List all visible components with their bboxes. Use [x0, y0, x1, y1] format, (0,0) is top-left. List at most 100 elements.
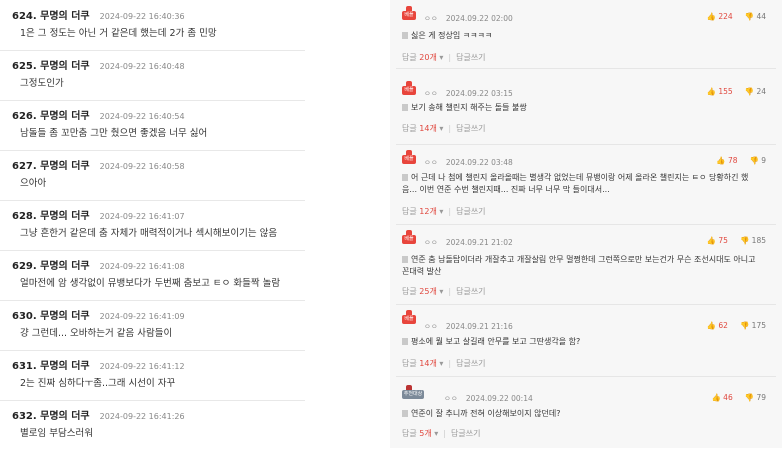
post-date: 2024-09-22 16:41:12 [99, 362, 185, 371]
chevron-down-icon: ▾ [439, 359, 444, 368]
post-body: 걍 그런데... 오바하는거 같음 사람들이 [20, 328, 173, 339]
downvote-button[interactable]: 👎 9 [749, 156, 766, 165]
upvote-button[interactable]: 👍 75 [707, 236, 728, 245]
downvote-button[interactable]: 👎 44 [745, 12, 766, 21]
thread-post: 624. 무명의 더쿠 2024-09-22 16:40:36 1은 그 정도는 … [0, 0, 305, 51]
write-reply-link[interactable]: 답글쓰기 [456, 287, 485, 296]
comment-body: 어 근데 나 첨에 챌린지 올라올때는 별생각 없었는데 뮤뱅이랑 어제 올라온… [402, 173, 749, 194]
chevron-down-icon: ▾ [439, 124, 444, 133]
thumbs-down-icon: 👎 [744, 393, 755, 402]
thumbs-down-icon: 👎 [739, 321, 750, 330]
thumbs-up-icon: 👍 [706, 321, 716, 330]
thread-list: 624. 무명의 더쿠 2024-09-22 16:40:36 1은 그 정도는 … [0, 0, 310, 448]
upvote-button[interactable]: 👍 78 [716, 156, 737, 165]
thread-post: 630. 무명의 더쿠 2024-09-22 16:41:09 걍 그런데... … [0, 300, 305, 351]
post-body: 으아아 [20, 178, 47, 189]
thumbs-down-icon: 👎 [739, 236, 750, 245]
comment-item: 베플 ㅇㅇ 2024.09.21 21:02 👍 75 👎 185 연준 춤 남돌탑… [396, 224, 776, 305]
upvote-button[interactable]: 👍 155 [707, 87, 733, 96]
post-date: 2024-09-22 16:41:08 [99, 262, 185, 271]
post-number-author[interactable]: 632. 무명의 더쿠 [12, 411, 90, 422]
post-number-author[interactable]: 625. 무명의 더쿠 [12, 61, 90, 72]
downvote-button[interactable]: 👎 79 [745, 393, 766, 402]
best-comment-badge: 베플 [402, 310, 416, 329]
comment-date: 2024.09.22 02:00 [445, 14, 513, 23]
post-number-author[interactable]: 627. 무명의 더쿠 [12, 161, 90, 172]
comment-author: ㅇㅇ [424, 238, 438, 247]
write-reply-link[interactable]: 답글쓰기 [456, 207, 485, 216]
chevron-down-icon: ▾ [439, 53, 444, 62]
reply-toggle[interactable]: 답글 5개 ▾ [402, 429, 438, 438]
reply-toggle[interactable]: 답글 14개 ▾ [402, 124, 443, 133]
comment-icon [402, 32, 408, 39]
comment-item: 베플 ㅇㅇ 2024.09.22 03:15 👍 155 👎 24 보기 송해 챌린… [396, 68, 776, 145]
comment-body: 보기 송해 챌린지 해주는 돌들 불쌍 [402, 102, 762, 114]
post-date: 2024-09-22 16:40:36 [99, 12, 185, 21]
comment-icon [402, 104, 408, 111]
post-date: 2024-09-22 16:41:07 [99, 212, 185, 221]
reply-toggle[interactable]: 답글 20개 ▾ [402, 53, 443, 62]
thread-post: 626. 무명의 더쿠 2024-09-22 16:40:54 남돌들 좀 꼬만춤… [0, 100, 305, 151]
write-reply-link[interactable]: 답글쓰기 [451, 429, 480, 438]
comment-body: 평소에 뭘 보고 살길래 안무를 보고 그딴생각을 함? [402, 336, 762, 348]
write-reply-link[interactable]: 답글쓰기 [456, 53, 485, 62]
post-number-author[interactable]: 626. 무명의 더쿠 [12, 111, 90, 122]
comment-icon [402, 338, 408, 345]
thumbs-down-icon: 👎 [744, 12, 755, 21]
upvote-button[interactable]: 👍 46 [711, 393, 732, 402]
comment-icon [402, 410, 408, 417]
comment-date: 2024.09.21 21:16 [445, 322, 513, 331]
comment-author: ㅇㅇ [424, 14, 438, 23]
thread-post: 629. 무명의 더쿠 2024-09-22 16:41:08 얼마전에 암 생각… [0, 250, 305, 301]
downvote-button[interactable]: 👎 185 [740, 236, 766, 245]
thumbs-up-icon: 👍 [706, 87, 716, 96]
reply-toggle[interactable]: 답글 25개 ▾ [402, 287, 443, 296]
thread-post: 625. 무명의 더쿠 2024-09-22 16:40:48 그정도인가 [0, 50, 305, 101]
best-comment-badge: 베플 [402, 150, 416, 169]
thumbs-up-icon: 👍 [706, 236, 716, 245]
recommended-badge: 추천대상 [402, 385, 424, 404]
write-reply-link[interactable]: 답글쓰기 [456, 359, 485, 368]
best-comment-badge: 베플 [402, 6, 416, 25]
reply-toggle[interactable]: 답글 12개 ▾ [402, 207, 443, 216]
best-comment-badge: 베플 [402, 81, 416, 100]
best-comment-badge: 베플 [402, 230, 416, 249]
thread-post: 631. 무명의 더쿠 2024-09-22 16:41:12 2는 진짜 심하다… [0, 350, 305, 401]
post-body: 2는 진짜 심하다ㅜ좀..그래 시선이 자꾸 [20, 378, 176, 389]
thumbs-down-icon: 👎 [744, 87, 755, 96]
post-number-author[interactable]: 630. 무명의 더쿠 [12, 311, 90, 322]
post-body: 별로임 부담스러워 [20, 428, 93, 439]
thumbs-down-icon: 👎 [749, 156, 759, 165]
comment-body: 싫은 게 정상임 ㅋㅋㅋㅋ [402, 30, 762, 42]
thumbs-up-icon: 👍 [706, 12, 716, 21]
comment-body: 연준 춤 남돌탑이더라 개잘추고 개잘살림 안무 멀쩡한데 그런쪽으로만 보는건… [402, 255, 756, 276]
post-body: 얼마전에 암 생각없이 뮤뱅보다가 두번째 춤보고 ㅌㅇ 화들짝 놀람 [20, 278, 281, 289]
thumbs-up-icon: 👍 [711, 393, 721, 402]
comment-date: 2024.09.22 03:15 [445, 89, 513, 98]
post-body: 그냥 흔한거 같은데 춤 자체가 매력적이거나 섹시해보이기는 않음 [20, 228, 278, 239]
post-date: 2024-09-22 16:41:09 [99, 312, 185, 321]
upvote-button[interactable]: 👍 62 [707, 321, 728, 330]
chevron-down-icon: ▾ [439, 207, 444, 216]
comment-icon [402, 256, 408, 263]
downvote-button[interactable]: 👎 175 [740, 321, 766, 330]
comment-item: 베플 ㅇㅇ 2024.09.21 21:16 👍 62 👎 175 평소에 뭘 보고… [396, 304, 776, 377]
comment-date: 2024.09.21 21:02 [445, 238, 513, 247]
post-body: 1은 그 정도는 아닌 거 같은데 했는데 2가 좀 민망 [20, 28, 217, 39]
post-date: 2024-09-22 16:41:26 [99, 412, 185, 421]
thumbs-up-icon: 👍 [716, 156, 726, 165]
chevron-down-icon: ▾ [439, 287, 444, 296]
comment-item: 추천대상 ㅇㅇ 2024.09.22 00:14 👍 46 👎 79 연준이 잘 추… [396, 376, 776, 448]
post-number-author[interactable]: 628. 무명의 더쿠 [12, 211, 90, 222]
post-date: 2024-09-22 16:40:54 [99, 112, 185, 121]
write-reply-link[interactable]: 답글쓰기 [456, 124, 485, 133]
downvote-button[interactable]: 👎 24 [745, 87, 766, 96]
comment-body: 연준이 잘 추니까 전혀 이상해보이지 않던데? [402, 408, 762, 420]
comment-list: 베플 ㅇㅇ 2024.09.22 02:00 👍 224 👎 44 싫은 게 정상임… [390, 0, 782, 448]
post-number-author[interactable]: 631. 무명의 더쿠 [12, 361, 90, 372]
post-number-author[interactable]: 624. 무명의 더쿠 [12, 11, 90, 22]
post-number-author[interactable]: 629. 무명의 더쿠 [12, 261, 90, 272]
comment-author: ㅇㅇ [444, 394, 458, 403]
reply-toggle[interactable]: 답글 14개 ▾ [402, 359, 443, 368]
upvote-button[interactable]: 👍 224 [707, 12, 733, 21]
